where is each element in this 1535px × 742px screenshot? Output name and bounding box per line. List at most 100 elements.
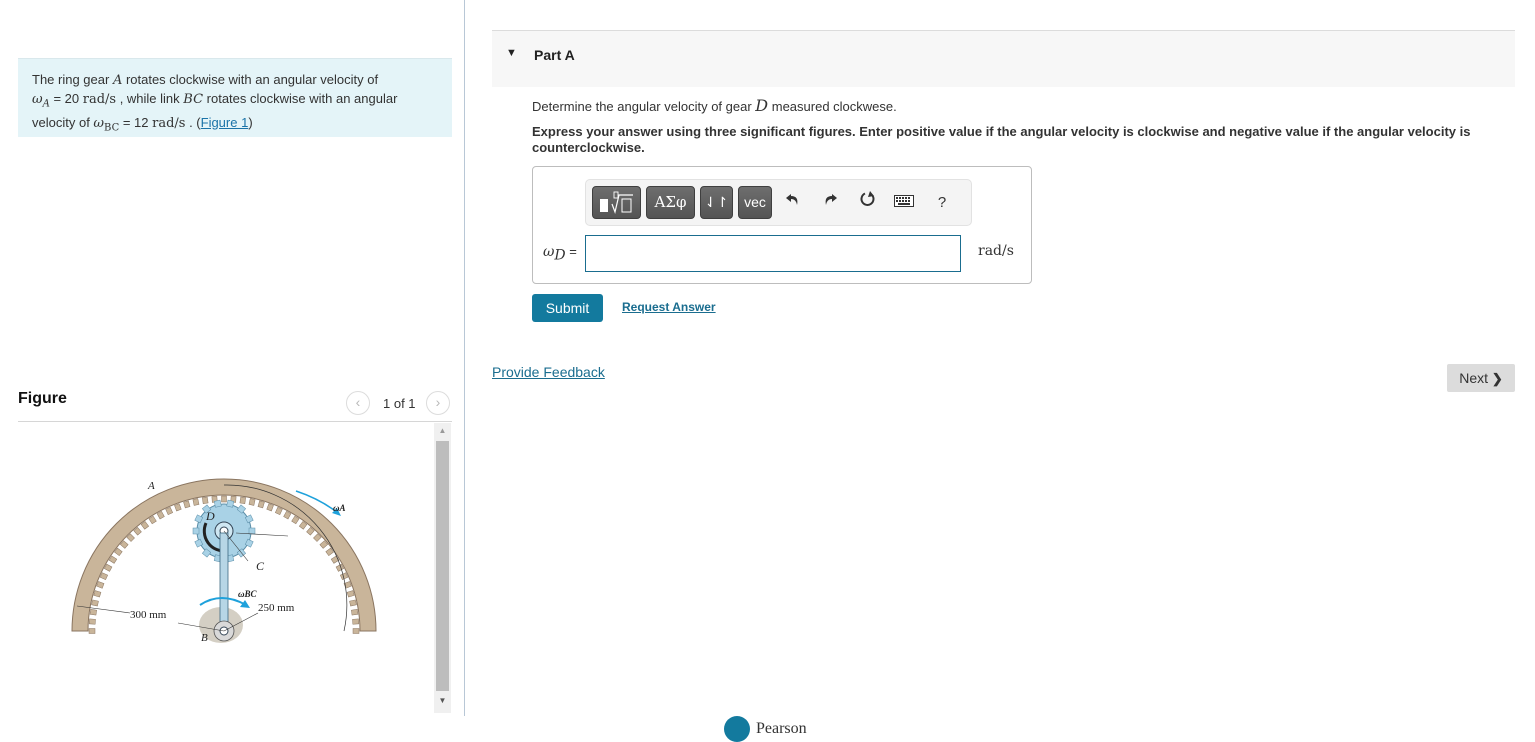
omega-symbol: ω [93, 115, 105, 131]
ring-tooth [93, 590, 102, 598]
label-b: B [201, 632, 208, 644]
problem-text: rotates clockwise with an angular veloci… [122, 72, 379, 87]
link-bc [219, 532, 229, 630]
chevron-right-icon: › [435, 394, 441, 410]
figure-link[interactable]: Figure 1 [201, 115, 249, 130]
subscript-superscript-button[interactable]: ⇃↾ [700, 186, 733, 219]
help-icon[interactable]: ? [930, 190, 954, 216]
label-omega-bc: ωBC [238, 589, 258, 599]
ring-tooth [349, 599, 357, 607]
panel-divider [464, 0, 465, 716]
keyboard-icon[interactable] [892, 190, 916, 216]
figure-scrollbar[interactable]: ▲ ▼ [434, 423, 451, 713]
ring-tooth [91, 599, 99, 607]
submit-button[interactable]: Submit [532, 294, 603, 322]
next-label: Next [1459, 369, 1488, 386]
scroll-down-arrow-icon[interactable]: ▼ [434, 693, 451, 709]
label-c: C [256, 559, 265, 573]
root-template-icon [599, 191, 633, 215]
scroll-thumb[interactable] [436, 441, 449, 691]
ring-tooth [202, 496, 209, 504]
provide-feedback-link[interactable]: Provide Feedback [492, 364, 605, 380]
problem-text: , while link [116, 91, 184, 106]
problem-text: velocity of [32, 114, 94, 130]
undo-icon[interactable] [781, 190, 805, 216]
answer-instructions: Express your answer using three signific… [532, 124, 1471, 155]
part-a-header[interactable]: ▼ Part A [492, 30, 1515, 87]
ring-tooth [257, 500, 265, 509]
answer-input[interactable] [585, 235, 961, 272]
pearson-brand-text: Pearson [756, 720, 807, 737]
unit: rad/s [152, 115, 186, 131]
ring-tooth [88, 618, 96, 625]
question-pre: Determine the angular velocity of gear [532, 99, 756, 114]
omega-subscript: BC [104, 122, 120, 134]
omega-a-value: = 20 [49, 91, 83, 106]
label-d: D [205, 509, 215, 523]
ring-tooth [192, 498, 200, 506]
omega-subscript: A [42, 98, 50, 110]
problem-text: rotates clockwise with an angular [203, 91, 398, 106]
ring-tooth [266, 503, 274, 512]
pearson-logo-icon [724, 716, 750, 742]
pearson-logo: Pearson [724, 716, 854, 742]
next-figure-button[interactable]: › [426, 391, 450, 415]
gear-tooth [248, 527, 256, 535]
omega-bc-value: = 12 [119, 114, 153, 130]
figure-pager-text: 1 of 1 [383, 396, 416, 411]
ring-tooth [274, 506, 283, 516]
ring-tooth [221, 495, 227, 503]
redo-icon[interactable] [818, 190, 842, 216]
previous-figure-button[interactable]: ‹ [346, 391, 370, 415]
omega-subscript: D [554, 247, 566, 264]
figure-area: A D C B ωA ωBC 300 mm 250 mm [18, 423, 434, 713]
ring-tooth [99, 572, 109, 581]
label-300mm: 300 mm [130, 609, 167, 621]
gear-mechanism-figure: A D C B ωA ωBC 300 mm 250 mm [71, 478, 377, 644]
left-panel: The ring gear A rotates clockwise with a… [0, 0, 465, 731]
next-button[interactable]: Next ❯ [1447, 364, 1515, 392]
var-a: A [112, 73, 123, 88]
answer-unit: rad/s [978, 243, 1014, 259]
ring-tooth [239, 496, 246, 504]
figure-header: Figure ‹ 1 of 1 › [18, 386, 452, 422]
greek-symbols-button[interactable]: ΑΣφ [646, 186, 695, 219]
ring-tooth [346, 590, 355, 598]
omega-symbol: ω [32, 92, 43, 107]
question-text: Determine the angular velocity of gear D… [532, 96, 897, 115]
label-omega-a: ωA [333, 503, 346, 513]
ring-tooth [88, 628, 96, 634]
ring-tooth [165, 506, 174, 516]
equals-sign: = [565, 244, 577, 259]
answer-box: ΑΣφ ⇃↾ vec ? ωD = rad/s [532, 166, 1032, 284]
answer-label: ωD = [543, 244, 577, 264]
gear-tooth [226, 499, 235, 508]
ring-tooth [183, 500, 191, 509]
ring-tooth [89, 609, 97, 616]
problem-text: . ( [185, 114, 201, 130]
var-bc: BC [183, 92, 204, 107]
ring-tooth [352, 618, 360, 625]
reset-icon[interactable] [856, 190, 880, 216]
request-answer-link[interactable]: Request Answer [622, 300, 716, 314]
problem-statement: The ring gear A rotates clockwise with a… [18, 58, 452, 137]
scroll-up-arrow-icon[interactable]: ▲ [434, 423, 451, 439]
gear-tooth [213, 499, 222, 508]
label-250mm: 250 mm [258, 602, 295, 614]
problem-text: The ring gear [32, 72, 113, 87]
templates-button[interactable] [592, 186, 641, 219]
collapse-triangle-icon[interactable]: ▼ [506, 47, 517, 59]
math-toolbar: ΑΣφ ⇃↾ vec ? [585, 179, 972, 226]
chevron-right-icon: ❯ [1491, 370, 1503, 386]
ring-tooth [174, 503, 182, 512]
problem-text: ) [248, 114, 253, 130]
omega-symbol: ω [543, 244, 555, 260]
ring-tooth [96, 581, 105, 589]
chevron-left-icon: ‹ [355, 394, 361, 410]
gear-tooth [192, 527, 200, 535]
ring-tooth [351, 609, 359, 616]
figure-title: Figure [18, 390, 67, 407]
var-d: D [755, 96, 769, 115]
unit: rad/s [82, 92, 117, 107]
vector-button[interactable]: vec [738, 186, 772, 219]
